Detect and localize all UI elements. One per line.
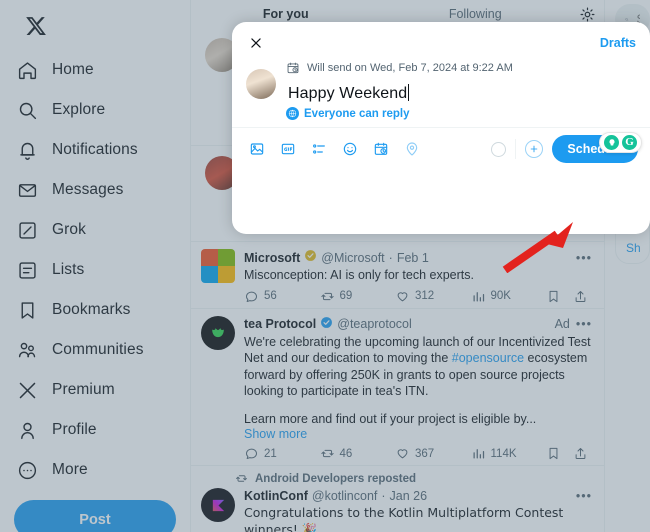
- add-post-icon[interactable]: [525, 140, 544, 158]
- reply-settings-label: Everyone can reply: [304, 107, 410, 120]
- text-caret: [408, 84, 410, 101]
- compose-text-value: Happy Weekend: [288, 85, 408, 102]
- compose-tool-buttons: [246, 138, 423, 160]
- toolbar-divider: [515, 139, 517, 159]
- location-icon[interactable]: [401, 138, 423, 160]
- grammarly-widget[interactable]: G: [599, 132, 642, 153]
- emoji-icon[interactable]: [339, 138, 361, 160]
- compose-main: Will send on Wed, Feb 7, 2024 at 9:22 AM…: [286, 61, 636, 103]
- x-compose-screen: Home Explore Notifications Messages Grok…: [0, 0, 650, 532]
- compose-toolbar: Schedule: [232, 127, 650, 171]
- close-icon[interactable]: [244, 31, 268, 55]
- grammarly-logo-icon[interactable]: G: [622, 135, 637, 150]
- compose-textarea[interactable]: Happy Weekend: [286, 75, 410, 103]
- gif-icon[interactable]: [277, 138, 299, 160]
- avatar[interactable]: [246, 69, 276, 99]
- character-count-ring: [491, 141, 507, 157]
- schedule-icon[interactable]: [370, 138, 392, 160]
- schedule-notice-text: Will send on Wed, Feb 7, 2024 at 9:22 AM: [307, 62, 513, 74]
- reply-settings-button[interactable]: Everyone can reply: [232, 103, 650, 127]
- globe-icon: [286, 107, 299, 120]
- calendar-clock-icon: [287, 62, 299, 74]
- drafts-link[interactable]: Drafts: [600, 36, 636, 50]
- schedule-notice[interactable]: Will send on Wed, Feb 7, 2024 at 9:22 AM: [286, 61, 636, 75]
- compose-tweet-modal: Drafts Will send on Wed, Feb 7, 2024 at …: [232, 22, 650, 234]
- poll-icon[interactable]: [308, 138, 330, 160]
- compose-area: Will send on Wed, Feb 7, 2024 at 9:22 AM…: [232, 57, 650, 103]
- lightbulb-icon[interactable]: [604, 135, 619, 150]
- media-icon[interactable]: [246, 138, 268, 160]
- modal-header: Drafts: [232, 22, 650, 57]
